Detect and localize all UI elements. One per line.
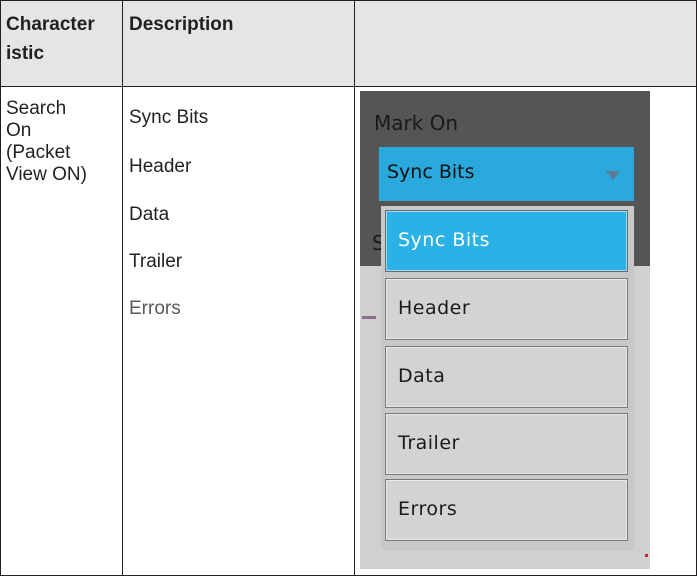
option-data[interactable]: Data	[385, 346, 628, 408]
characteristic-line3: (Packet	[6, 142, 71, 163]
header-description: Description	[129, 14, 234, 35]
option-trailer[interactable]: Trailer	[385, 413, 628, 475]
column-divider-2	[354, 0, 355, 576]
option-header[interactable]: Header	[385, 278, 628, 340]
characteristic-line4: View ON)	[6, 164, 87, 185]
table-border-left	[0, 0, 1, 576]
description-item-errors: Errors	[129, 298, 181, 319]
mark-on-dropdown[interactable]: Sync Bits	[379, 147, 634, 201]
option-label: Errors	[398, 498, 458, 520]
header-divider	[0, 86, 697, 87]
description-item-header: Header	[129, 156, 192, 177]
option-label: Sync Bits	[398, 229, 490, 251]
characteristic-line1: Search	[6, 98, 67, 119]
mark-on-screenshot: S Mark On Sync Bits Sync Bits Header Dat…	[360, 91, 650, 569]
column-divider-1	[122, 0, 123, 576]
table-header-row	[0, 0, 697, 86]
description-item-data: Data	[129, 204, 170, 225]
description-item-trailer: Trailer	[129, 251, 183, 272]
header-characteristic-line2: istic	[6, 43, 45, 64]
background-waveform-fragment	[362, 316, 376, 319]
mark-on-dropdown-value: Sync Bits	[387, 161, 475, 183]
option-label: Data	[398, 365, 446, 387]
option-errors[interactable]: Errors	[385, 479, 628, 541]
description-item-sync-bits: Sync Bits	[129, 107, 209, 128]
background-marker-dot	[645, 554, 648, 557]
mark-on-options-list: Sync Bits Header Data Trailer Errors	[381, 206, 634, 551]
chevron-down-icon[interactable]	[606, 171, 620, 180]
header-characteristic-line1: Character	[6, 14, 95, 35]
option-label: Trailer	[398, 432, 460, 454]
spec-table: Character istic Description Search On (P…	[0, 0, 697, 576]
characteristic-line2: On	[6, 120, 32, 141]
option-label: Header	[398, 297, 471, 319]
option-sync-bits[interactable]: Sync Bits	[385, 210, 628, 272]
mark-on-label: Mark On	[374, 111, 459, 135]
table-border-top	[0, 0, 697, 1]
